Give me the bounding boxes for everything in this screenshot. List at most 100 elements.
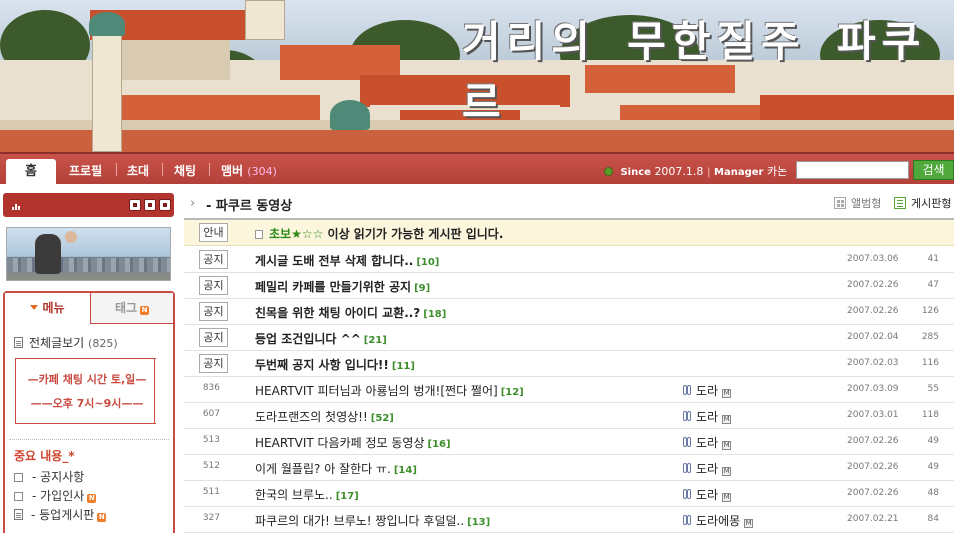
guide-row: 안내 초보★☆☆ 이상 읽기가 가능한 게시판 입니다.	[184, 220, 954, 246]
tab-menu[interactable]: 메뉴	[5, 293, 90, 324]
nav-profile[interactable]: 프로필	[69, 162, 102, 179]
document-icon	[255, 230, 263, 239]
menu-panel: 메뉴 태그 N 전체글보기 (825) —카페 채팅 시간 토,일— ——오후 7…	[3, 291, 175, 533]
member-badge-icon: M	[744, 519, 754, 528]
member-badge-icon: M	[722, 493, 732, 502]
album-view-button[interactable]: 앨범형	[834, 195, 881, 211]
comment-count[interactable]: [14]	[394, 465, 417, 476]
comment-count[interactable]: [12]	[501, 387, 524, 398]
post-views: 41	[927, 254, 939, 264]
post-subject-link[interactable]: 두번째 공지 사항 입니다!! [11]	[255, 356, 415, 373]
post-subject-link[interactable]: 페밀리 카페를 만들기위한 공지 [9]	[255, 278, 430, 295]
list-icon[interactable]	[159, 199, 171, 211]
tab-menu-label: 메뉴	[42, 301, 65, 315]
grid-icon	[834, 197, 846, 209]
cafe-info: Since 2007.1.8 | Manager 카논	[604, 163, 787, 179]
post-row: 512 이게 월플립? 아 잘한다 ㅠ. [14] 도라 M 2007.02.26 49	[184, 455, 954, 481]
notice-tag: 공지	[199, 276, 228, 295]
post-date: 2007.02.26	[847, 488, 899, 498]
comment-count[interactable]: [18]	[423, 309, 446, 320]
new-badge: N	[140, 306, 150, 315]
sidebar-header	[3, 193, 174, 217]
post-views: 116	[921, 358, 939, 368]
post-views: 118	[921, 410, 939, 420]
nav-members-label: 맴버	[221, 164, 244, 178]
search-button[interactable]: 검색	[913, 160, 954, 180]
all-posts-link[interactable]: 전체글보기 (825)	[14, 334, 118, 351]
post-date: 2007.02.26	[847, 306, 899, 316]
guide-text: 초보★☆☆ 이상 읽기가 가능한 게시판 입니다.	[255, 225, 503, 242]
comment-count[interactable]: [13]	[467, 517, 490, 528]
member-level-icon	[681, 437, 692, 449]
info-separator: |	[706, 167, 711, 178]
notice-row: 공지 등업 조건입니다 ^^ [21] 2007.02.04 285	[184, 325, 954, 351]
post-views: 49	[927, 436, 939, 446]
member-badge-icon: M	[722, 389, 732, 398]
post-subject-link[interactable]: 파쿠르의 대가! 브루노! 짱입니다 후덜덜.. [13]	[255, 512, 490, 529]
sidebar-item-greeting[interactable]: - 가입인사 N	[14, 487, 97, 504]
post-date: 2007.03.01	[847, 410, 899, 420]
post-subject-link[interactable]: 친목을 위한 채팅 아이디 교환..? [18]	[255, 304, 446, 321]
notice-line-1: —카페 채팅 시간 토,일—	[27, 373, 147, 386]
post-date: 2007.03.09	[847, 384, 899, 394]
stats-icon	[12, 202, 21, 210]
notice-tag: 공지	[199, 250, 228, 269]
post-number: 513	[202, 435, 220, 445]
post-subject-link[interactable]: 이게 월플립? 아 잘한다 ㅠ. [14]	[255, 460, 417, 477]
post-author[interactable]: 도라 M	[681, 382, 732, 399]
search-input[interactable]	[796, 161, 909, 179]
comment-count[interactable]: [11]	[392, 361, 415, 372]
banner-title: 거리의 무한질주 파쿠르	[462, 17, 927, 127]
comment-count[interactable]: [10]	[416, 257, 439, 268]
tab-tag[interactable]: 태그 N	[90, 293, 173, 324]
post-views: 47	[927, 280, 939, 290]
notice-line-2: ——오후 7시~9시——	[30, 397, 144, 410]
sidebar-item-notice[interactable]: - 공지사항	[14, 468, 84, 485]
board-icon	[14, 473, 23, 482]
post-subject-link[interactable]: HEARTVIT 다음카페 정모 동영상 [16]	[255, 434, 451, 451]
comment-count[interactable]: [21]	[364, 335, 387, 346]
post-date: 2007.02.04	[847, 332, 899, 342]
comment-count[interactable]: [9]	[414, 283, 430, 294]
member-badge-icon: M	[722, 441, 732, 450]
comment-count[interactable]: [52]	[371, 413, 394, 424]
post-subject-link[interactable]: 도라프랜즈의 첫영상!! [52]	[255, 408, 394, 425]
nav-chat[interactable]: 채팅	[174, 162, 196, 179]
sidebar-item-levelup[interactable]: - 등업게시판 N	[14, 506, 107, 523]
post-row: 513 HEARTVIT 다음카페 정모 동영상 [16] 도라 M 2007.02.26…	[184, 429, 954, 455]
main-nav: 홈 프로필 초대 채팅 맴버 (304) Since 2007.1.8 | Ma…	[0, 152, 954, 186]
post-author[interactable]: 도라에몽 M	[681, 512, 754, 529]
document-icon	[14, 509, 23, 520]
divider	[9, 439, 169, 440]
nav-members[interactable]: 맴버 (304)	[221, 162, 277, 179]
stop-icon[interactable]	[129, 199, 141, 211]
nav-invite[interactable]: 초대	[127, 162, 149, 179]
post-subject-link[interactable]: HEARTVIT 피터님과 아룡님의 벙개![쩐다 쩔어] [12]	[255, 382, 524, 399]
post-date: 2007.02.26	[847, 462, 899, 472]
comment-count[interactable]: [16]	[428, 439, 451, 450]
post-author[interactable]: 도라 M	[681, 408, 732, 425]
manager-value[interactable]: 카논	[767, 165, 787, 178]
new-badge: N	[97, 513, 107, 522]
post-views: 55	[927, 384, 939, 394]
notice-tag: 공지	[199, 302, 228, 321]
member-badge-icon: M	[722, 467, 732, 476]
post-subject-link[interactable]: 등업 조건입니다 ^^ [21]	[255, 330, 387, 347]
list-view-button[interactable]: 게시판형	[894, 195, 951, 211]
post-date: 2007.02.26	[847, 280, 899, 290]
member-level-icon	[681, 515, 692, 527]
important-section-title: 중요 내용_*	[14, 449, 75, 463]
post-author[interactable]: 도라 M	[681, 486, 732, 503]
notice-row: 공지 친목을 위한 채팅 아이디 교환..? [18] 2007.02.26 126	[184, 299, 954, 325]
chevron-right-icon: ›	[190, 196, 196, 211]
play-icon[interactable]	[144, 199, 156, 211]
nav-home-tab[interactable]: 홈	[6, 159, 56, 186]
comment-count[interactable]: [17]	[336, 491, 359, 502]
post-author[interactable]: 도라 M	[681, 460, 732, 477]
post-number: 607	[202, 409, 220, 419]
post-author[interactable]: 도라 M	[681, 434, 732, 451]
board-title: - 파쿠르 동영상	[206, 199, 293, 214]
post-subject-link[interactable]: 한국의 브루노.. [17]	[255, 486, 359, 503]
post-subject-link[interactable]: 게시글 도배 전부 삭제 합니다.. [10]	[255, 252, 439, 269]
post-views: 126	[921, 306, 939, 316]
